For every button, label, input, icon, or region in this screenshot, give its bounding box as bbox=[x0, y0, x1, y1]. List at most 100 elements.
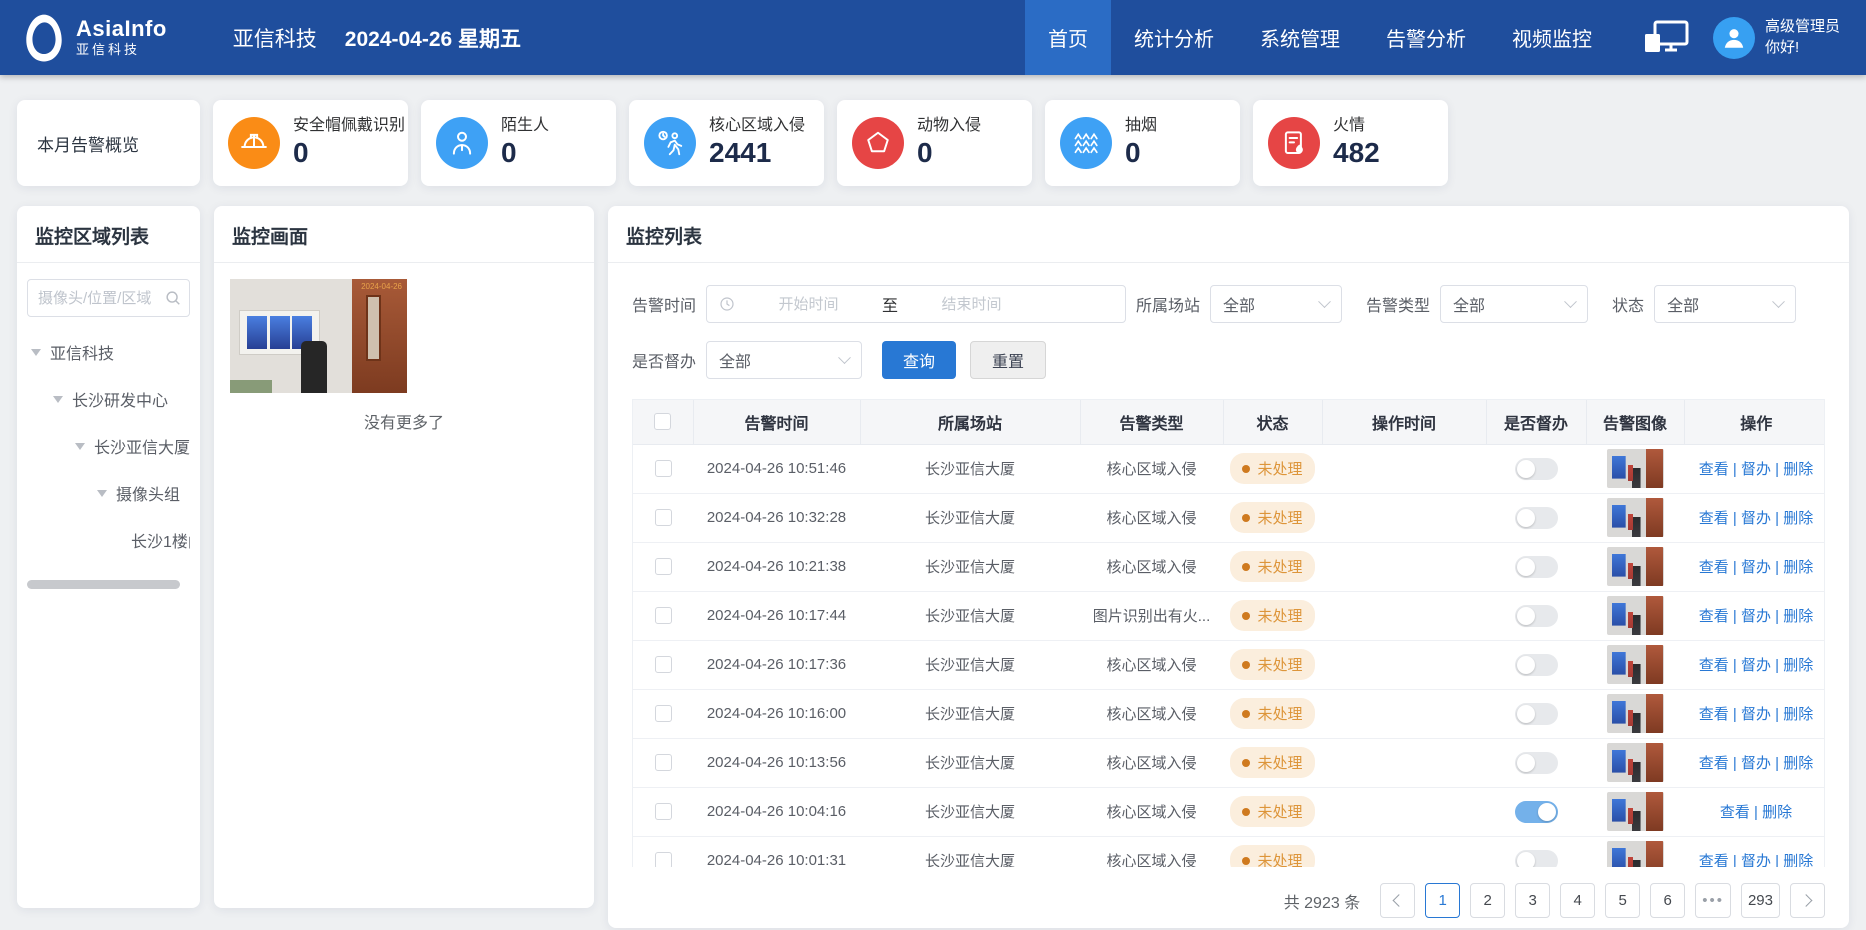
alert-thumbnail[interactable] bbox=[1607, 547, 1664, 586]
more-pages-ellipsis[interactable]: ••• bbox=[1695, 883, 1731, 918]
delete-link[interactable]: 删除 bbox=[1771, 461, 1813, 478]
delete-link[interactable]: 删除 bbox=[1771, 559, 1813, 576]
supervise-link[interactable]: 督办 bbox=[1729, 706, 1771, 723]
tree-node-building[interactable]: 长沙亚信大厦 bbox=[27, 434, 190, 458]
nav-item-alert-analysis[interactable]: 告警分析 bbox=[1363, 0, 1489, 75]
toggle-knob bbox=[1517, 656, 1535, 674]
select-all-checkbox[interactable] bbox=[654, 413, 671, 430]
alert-type-select[interactable]: 全部 bbox=[1440, 285, 1588, 323]
query-button[interactable]: 查询 bbox=[882, 341, 956, 379]
alert-thumbnail[interactable] bbox=[1607, 792, 1664, 831]
view-link[interactable]: 查看 bbox=[1699, 706, 1729, 723]
delete-link[interactable]: 删除 bbox=[1771, 853, 1813, 867]
caret-down-icon[interactable] bbox=[75, 443, 85, 450]
caret-down-icon[interactable] bbox=[31, 349, 41, 356]
page-button-3[interactable]: 3 bbox=[1515, 883, 1550, 918]
supervise-link[interactable]: 督办 bbox=[1729, 853, 1771, 867]
nav-item-statistics[interactable]: 统计分析 bbox=[1111, 0, 1237, 75]
supervise-toggle[interactable] bbox=[1515, 752, 1558, 774]
alert-thumbnail[interactable] bbox=[1607, 694, 1664, 733]
supervise-link[interactable]: 督办 bbox=[1729, 559, 1771, 576]
view-link[interactable]: 查看 bbox=[1699, 559, 1729, 576]
tree-node-camera[interactable]: 长沙1楼门口 bbox=[27, 528, 190, 552]
supervise-link[interactable]: 督办 bbox=[1729, 608, 1771, 625]
supervise-toggle[interactable] bbox=[1515, 556, 1558, 578]
alert-thumbnail[interactable] bbox=[1607, 449, 1664, 488]
page-button-2[interactable]: 2 bbox=[1470, 883, 1505, 918]
status-select[interactable]: 全部 bbox=[1654, 285, 1796, 323]
op-time bbox=[1322, 493, 1486, 542]
view-link[interactable]: 查看 bbox=[1699, 461, 1729, 478]
row-checkbox[interactable] bbox=[655, 558, 672, 575]
row-checkbox[interactable] bbox=[655, 803, 672, 820]
supervise-link[interactable]: 督办 bbox=[1729, 657, 1771, 674]
nav-item-video-monitor[interactable]: 视频监控 bbox=[1489, 0, 1615, 75]
table-row: 2024-04-26 10:13:56 长沙亚信大厦 核心区域入侵 未处理 查看… bbox=[633, 738, 1825, 787]
caret-down-icon[interactable] bbox=[53, 396, 63, 403]
alert-thumbnail[interactable] bbox=[1607, 498, 1664, 537]
view-link[interactable]: 查看 bbox=[1699, 608, 1729, 625]
camera-preview-image[interactable]: 2024-04-26 bbox=[230, 279, 407, 393]
tree-node-company[interactable]: 亚信科技 bbox=[27, 340, 190, 364]
row-checkbox[interactable] bbox=[655, 607, 672, 624]
view-link[interactable]: 查看 bbox=[1720, 804, 1750, 821]
row-checkbox[interactable] bbox=[655, 754, 672, 771]
station-select[interactable]: 全部 bbox=[1210, 285, 1342, 323]
delete-link[interactable]: 删除 bbox=[1771, 755, 1813, 772]
reset-button[interactable]: 重置 bbox=[970, 341, 1046, 379]
row-checkbox[interactable] bbox=[655, 509, 672, 526]
table-row: 2024-04-26 10:32:28 长沙亚信大厦 核心区域入侵 未处理 查看… bbox=[633, 493, 1825, 542]
start-time-input[interactable] bbox=[741, 296, 876, 313]
row-checkbox[interactable] bbox=[655, 460, 672, 477]
page-button-6[interactable]: 6 bbox=[1650, 883, 1685, 918]
view-link[interactable]: 查看 bbox=[1699, 657, 1729, 674]
end-time-input[interactable] bbox=[904, 296, 1039, 313]
page-button-4[interactable]: 4 bbox=[1560, 883, 1595, 918]
person-icon bbox=[436, 117, 488, 169]
supervise-toggle[interactable] bbox=[1515, 458, 1558, 480]
row-checkbox[interactable] bbox=[655, 852, 672, 867]
tree-node-camera-group[interactable]: 摄像头组 bbox=[27, 481, 190, 505]
supervise-link[interactable]: 督办 bbox=[1729, 755, 1771, 772]
alert-thumbnail[interactable] bbox=[1607, 841, 1664, 867]
prev-page-button[interactable] bbox=[1380, 883, 1415, 918]
supervise-link[interactable]: 督办 bbox=[1729, 510, 1771, 527]
row-checkbox[interactable] bbox=[655, 656, 672, 673]
date-range-picker[interactable]: 至 bbox=[706, 285, 1126, 323]
supervise-toggle[interactable] bbox=[1515, 507, 1558, 529]
supervise-link[interactable]: 督办 bbox=[1729, 461, 1771, 478]
alert-thumbnail[interactable] bbox=[1607, 645, 1664, 684]
next-page-button[interactable] bbox=[1790, 883, 1825, 918]
brand-logo[interactable]: AsiaInfo 亚信科技 bbox=[22, 13, 167, 63]
delete-link[interactable]: 删除 bbox=[1771, 706, 1813, 723]
page-button-1[interactable]: 1 bbox=[1425, 883, 1460, 918]
delete-link[interactable]: 删除 bbox=[1771, 657, 1813, 674]
supervise-toggle[interactable] bbox=[1515, 801, 1558, 823]
tree-node-label: 长沙1楼门口 bbox=[131, 528, 190, 552]
view-link[interactable]: 查看 bbox=[1699, 755, 1729, 772]
delete-link[interactable]: 删除 bbox=[1771, 510, 1813, 527]
view-link[interactable]: 查看 bbox=[1699, 853, 1729, 867]
dual-screen-icon[interactable] bbox=[1643, 20, 1689, 56]
view-link[interactable]: 查看 bbox=[1699, 510, 1729, 527]
delete-link[interactable]: 删除 bbox=[1771, 608, 1813, 625]
nav-item-home[interactable]: 首页 bbox=[1025, 0, 1111, 75]
page-button-last[interactable]: 293 bbox=[1741, 883, 1780, 918]
supervise-toggle[interactable] bbox=[1515, 605, 1558, 627]
horizontal-scrollbar[interactable] bbox=[27, 580, 180, 589]
alert-thumbnail[interactable] bbox=[1607, 743, 1664, 782]
alert-thumbnail[interactable] bbox=[1607, 596, 1664, 635]
tree-node-center[interactable]: 长沙研发中心 bbox=[27, 387, 190, 411]
row-checkbox[interactable] bbox=[655, 705, 672, 722]
supervise-select[interactable]: 全部 bbox=[706, 341, 862, 379]
supervise-toggle[interactable] bbox=[1515, 703, 1558, 725]
nav-item-system[interactable]: 系统管理 bbox=[1237, 0, 1363, 75]
delete-link[interactable]: 删除 bbox=[1750, 804, 1792, 821]
search-icon[interactable] bbox=[164, 289, 182, 312]
supervise-toggle[interactable] bbox=[1515, 850, 1558, 868]
page-button-5[interactable]: 5 bbox=[1605, 883, 1640, 918]
user-avatar[interactable] bbox=[1713, 17, 1755, 59]
tree-node-label: 亚信科技 bbox=[50, 340, 114, 364]
supervise-toggle[interactable] bbox=[1515, 654, 1558, 676]
caret-down-icon[interactable] bbox=[97, 490, 107, 497]
